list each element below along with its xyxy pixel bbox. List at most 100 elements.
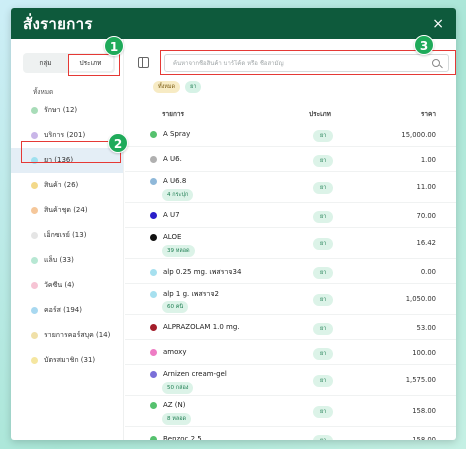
table-row[interactable]: A U7 ยา 70.00 [125,203,456,228]
item-type-badge: ยา [313,323,334,335]
table-row[interactable]: A U6.8 4 กระปุก ยา 11.00 [125,172,456,203]
item-type-badge: ยา [313,182,334,194]
category-label: แล็บ (33) [44,256,74,264]
item-type-badge: ยา [313,348,334,360]
category-color-dot [31,207,38,214]
category-item[interactable]: สินค้า (26) [11,173,123,198]
item-type-badge: ยา [313,238,334,250]
table-row[interactable]: Benzoc 2.5 ยา 158.00 [125,427,456,440]
category-all[interactable]: ทั้งหมด [33,87,53,97]
item-name-cell: AZ (N) [150,401,186,409]
table-row[interactable]: ALOE 39 หลอด ยา 16.42 [125,228,456,259]
item-type-badge: ยา [313,406,334,418]
item-color-dot [150,211,157,219]
modal-header: สั่งรายการ × [11,8,456,39]
close-icon[interactable]: × [432,16,444,32]
item-name: A U6.8 [163,177,187,185]
item-stock-badge: 60 คนิ [162,301,189,313]
filter-chip-type[interactable]: ยา [185,81,202,93]
table-row[interactable]: A U6. ยา 1.00 [125,147,456,172]
item-price: 53.00 [416,324,436,332]
category-item[interactable]: สินค้าชุด (24) [11,198,123,223]
table-row[interactable]: A Spray ยา 15,000.00 [125,122,456,147]
category-sidebar: กลุ่ม ประเภท ทั้งหมด รักษา (12) บริการ (2… [11,39,124,440]
item-stock-badge: 50 กล่อง [162,382,194,394]
category-item[interactable]: รายการคอร์สบุค (14) [11,323,123,348]
item-name: Arnizen cream-gel [163,370,227,378]
table-header: รายการ ประเภท ราคา [125,105,456,121]
item-name: Benzoc 2.5 [163,435,202,440]
toggle-group[interactable]: กลุ่ม [23,58,68,68]
item-color-dot [150,323,157,331]
item-name: A U6. [163,155,182,163]
category-color-dot [31,182,38,189]
filter-chip-all[interactable]: ทั้งหมด [153,81,181,93]
category-color-dot [31,332,38,339]
category-item[interactable]: บัตรสมาชิก (31) [11,348,123,373]
main-panel: ทั้งหมด ยา รายการ ประเภท ราคา A Spray ยา 1… [125,39,456,440]
item-price: 158.00 [412,436,436,440]
item-price: 16.42 [416,239,436,247]
item-name-cell: ALPRAZOLAM 1.0 mg. [150,323,240,331]
column-header-price: ราคา [420,110,436,118]
category-color-dot [31,257,38,264]
table-row[interactable]: alp 0.25 mg. เพสราจ34 ยา 0.00 [125,259,456,284]
item-stock-badge: 4 กระปุก [162,189,194,201]
category-item[interactable]: เอ็กซเรย์ (13) [11,223,123,248]
item-name-cell: ALOE [150,233,182,241]
sidebar-toggle-icon[interactable] [138,57,149,68]
item-color-dot [150,177,157,185]
item-name-cell: Arnizen cream-gel [150,370,227,378]
category-label: รักษา (12) [44,106,78,114]
item-stock-badge: 39 หลอด [162,245,195,257]
item-name: A Spray [163,130,191,138]
item-color-dot [150,155,157,163]
column-header-type: ประเภท [309,110,331,118]
item-price: 1.00 [420,156,436,164]
item-color-dot [150,269,157,276]
highlight-box-3 [160,50,456,75]
category-label: วัคซีน (4) [44,281,75,289]
item-price: 70.00 [416,212,436,220]
modal-title: สั่งรายการ [23,14,93,33]
item-stock-badge: 8 หลอด [162,413,192,425]
category-label: เอ็กซเรย์ (13) [44,231,87,239]
item-name: alp 1 g. เพสราจ2 [163,290,219,298]
category-item[interactable]: รักษา (12) [11,98,123,123]
item-type-badge: ยา [313,294,334,306]
item-name-cell: Benzoc 2.5 [150,435,202,440]
table-row[interactable]: Arnizen cream-gel 50 กล่อง ยา 1,575.00 [125,365,456,396]
table-row[interactable]: alp 1 g. เพสราจ2 60 คนิ ยา 1,050.00 [125,284,456,315]
item-price: 100.00 [412,349,436,357]
category-color-dot [31,107,38,114]
table-row[interactable]: AZ (N) 8 หลอด ยา 158.00 [125,396,456,427]
item-name-cell: A U6.8 [150,177,187,185]
step-badge-2: 2 [108,133,128,153]
category-color-dot [31,357,38,364]
table-row[interactable]: amoxy ยา 100.00 [125,340,456,365]
item-color-dot [150,130,157,138]
item-price: 158.00 [412,407,436,415]
step-badge-3: 3 [414,35,434,55]
item-price: 11.00 [416,183,436,191]
category-item[interactable]: วัคซีน (4) [11,273,123,298]
category-label: สินค้า (26) [44,181,79,189]
category-label: สินค้าชุด (24) [44,206,88,214]
item-name: ALOE [163,233,182,241]
highlight-box-2 [21,141,121,163]
item-name-cell: amoxy [150,348,186,356]
item-name-cell: A Spray [150,130,191,138]
category-list: รักษา (12) บริการ (201) ยา (136) สินค้า (26… [11,98,123,373]
item-type-badge: ยา [313,435,334,440]
item-price: 0.00 [420,268,436,276]
item-table: A Spray ยา 15,000.00 A U6. ยา 1.00 A U6.8 4 กระ… [125,122,456,440]
item-color-dot [150,291,157,298]
category-item[interactable]: คอร์ส (194) [11,298,123,323]
item-name-cell: alp 0.25 mg. เพสราจ34 [150,267,241,278]
active-filters: ทั้งหมด ยา [153,81,202,93]
item-color-dot [150,401,157,409]
table-row[interactable]: ALPRAZOLAM 1.0 mg. ยา 53.00 [125,315,456,340]
item-name: A U7 [163,211,180,219]
item-color-dot [150,233,157,241]
category-item[interactable]: แล็บ (33) [11,248,123,273]
